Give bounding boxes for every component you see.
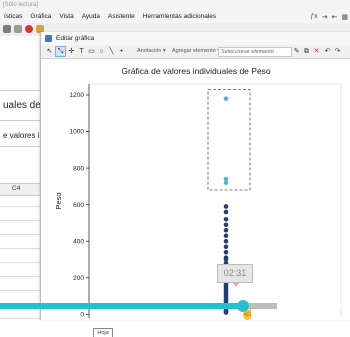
app-title: [Sólo lectura] — [3, 2, 39, 8]
grid-line — [0, 206, 40, 207]
y-tick-label: 800 — [73, 165, 84, 172]
video-progress-fill — [0, 303, 243, 309]
data-point — [223, 244, 229, 250]
data-point — [223, 216, 229, 222]
hand-cursor-icon: ☝ — [240, 306, 255, 320]
data-point — [223, 204, 229, 209]
print-icon[interactable] — [14, 25, 22, 33]
col-insert-icon[interactable]: ⇤ — [332, 13, 338, 21]
individual-value-plot: 0 200 400 600 800 1000 1200 Peso — [54, 83, 342, 319]
menu-asistente[interactable]: Asistente — [104, 13, 139, 20]
data-point — [223, 227, 229, 233]
y-tick-label: 600 — [73, 202, 84, 209]
worksheet-tab[interactable]: Hoja — [93, 328, 113, 337]
y-tick-label: 200 — [73, 275, 84, 282]
worksheet-background: uales de P e valores indi C4 — [0, 36, 50, 320]
data-point — [223, 233, 229, 239]
data-point — [223, 209, 229, 215]
stop-icon[interactable] — [25, 25, 33, 33]
data-point — [223, 222, 229, 228]
menu-bar: ísticas Gráfica Vista Ayuda Asistente He… — [0, 10, 350, 23]
grid-line — [0, 262, 40, 263]
menu-estadisticas[interactable]: ísticas — [0, 13, 26, 20]
grid-line — [0, 290, 40, 291]
y-tick-label: 1000 — [70, 129, 85, 136]
y-axis-label: Peso — [54, 192, 63, 209]
grid-icon[interactable]: ▦ — [341, 13, 348, 21]
data-point — [223, 249, 229, 255]
data-point — [223, 180, 229, 186]
plot-axes — [88, 83, 342, 318]
y-tick-label: 0 — [80, 312, 84, 319]
data-point — [223, 238, 229, 244]
divider — [0, 120, 40, 121]
data-point — [223, 310, 229, 315]
grid-line — [0, 276, 40, 277]
highlight-selection-box — [207, 89, 251, 191]
y-axis-ticks: 0 200 400 600 800 1000 1200 — [70, 92, 89, 319]
menu-right-icons: ƒx ⇥ ⇤ ▦ — [310, 10, 348, 23]
edit-graph-dialog: Editar gráfica ↖ ⤡ ✛ T ▭ ○ ╲ • Anotación… — [40, 32, 350, 337]
y-tick-label: 1200 — [70, 92, 85, 99]
menu-grafica[interactable]: Gráfica — [26, 13, 55, 20]
grid-line — [0, 248, 40, 249]
data-point — [223, 96, 229, 101]
divider — [0, 146, 40, 147]
menu-vista[interactable]: Vista — [55, 13, 77, 20]
column-header-c4[interactable]: C4 — [0, 183, 40, 196]
fx-icon[interactable]: ƒx — [310, 13, 317, 20]
grid-line — [0, 220, 40, 221]
grid-line — [0, 318, 40, 319]
menu-herramientas[interactable]: Herramientas adicionales — [139, 13, 220, 20]
app-title-bar: [Sólo lectura] — [0, 0, 350, 10]
menu-ayuda[interactable]: Ayuda — [78, 13, 104, 20]
grid-line — [0, 234, 40, 235]
playback-time-tooltip: 02:31 — [217, 264, 253, 287]
y-tick-label: 400 — [73, 238, 84, 245]
divider — [0, 90, 40, 91]
row-insert-icon[interactable]: ⇥ — [322, 13, 328, 21]
save-icon[interactable] — [3, 25, 11, 33]
